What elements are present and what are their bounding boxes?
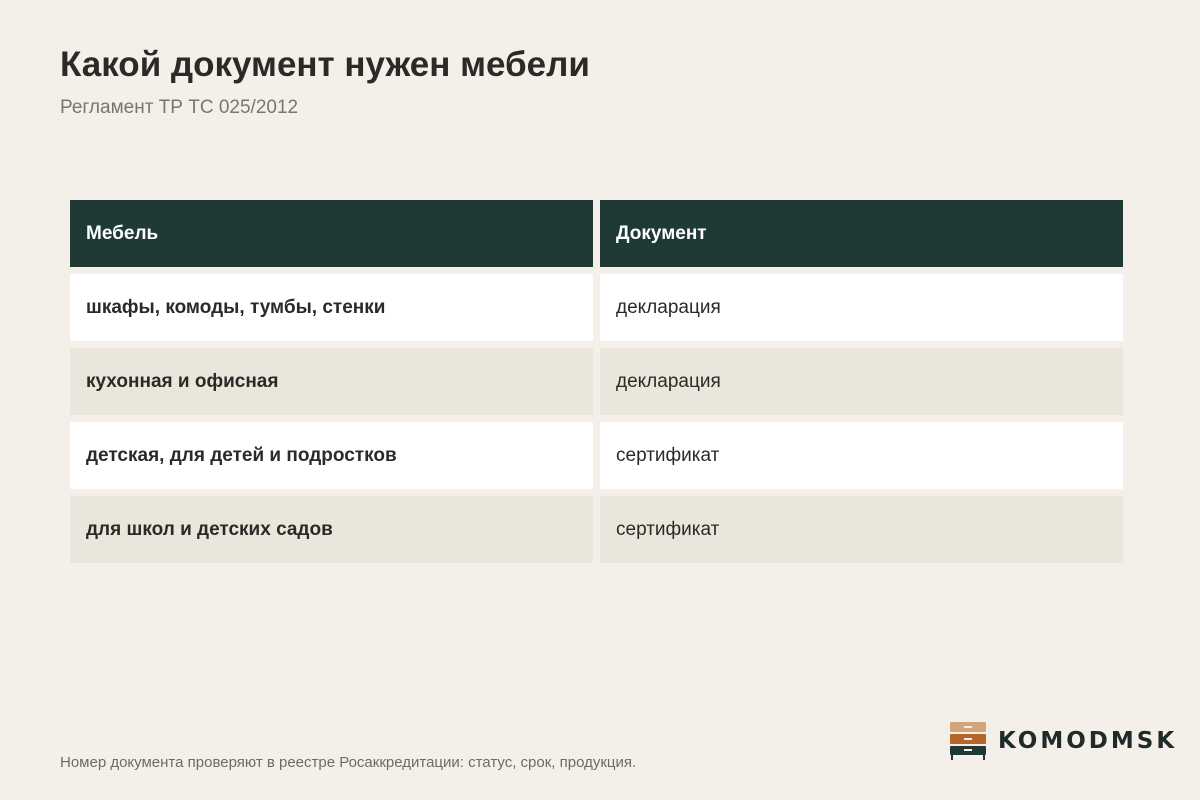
furniture-cell: детская, для детей и подростков: [70, 422, 593, 489]
document-table: Мебель Документ шкафы, комоды, тумбы, ст…: [70, 200, 1123, 570]
table-row: шкафы, комоды, тумбы, стенки декларация: [70, 274, 1123, 341]
footnote: Номер документа проверяют в реестре Роса…: [60, 754, 637, 771]
table-row: для школ и детских садов сертификат: [70, 496, 1123, 563]
table-header-row: Мебель Документ: [70, 200, 1123, 267]
page-title: Какой документ нужен мебели: [60, 45, 590, 84]
dresser-icon: [950, 722, 986, 760]
table-row: детская, для детей и подростков сертифик…: [70, 422, 1123, 489]
brand-name: KOMODMSK: [998, 728, 1178, 754]
furniture-cell: кухонная и офисная: [70, 348, 593, 415]
furniture-cell: для школ и детских садов: [70, 496, 593, 563]
page-subtitle: Регламент ТР ТС 025/2012: [60, 97, 299, 118]
document-cell: сертификат: [600, 496, 1123, 563]
document-cell: декларация: [600, 348, 1123, 415]
furniture-cell: шкафы, комоды, тумбы, стенки: [70, 274, 593, 341]
document-cell: сертификат: [600, 422, 1123, 489]
column-header-document: Документ: [600, 200, 1123, 267]
column-header-furniture: Мебель: [70, 200, 593, 267]
table-row: кухонная и офисная декларация: [70, 348, 1123, 415]
document-cell: декларация: [600, 274, 1123, 341]
brand-logo: KOMODMSK: [950, 722, 1177, 760]
